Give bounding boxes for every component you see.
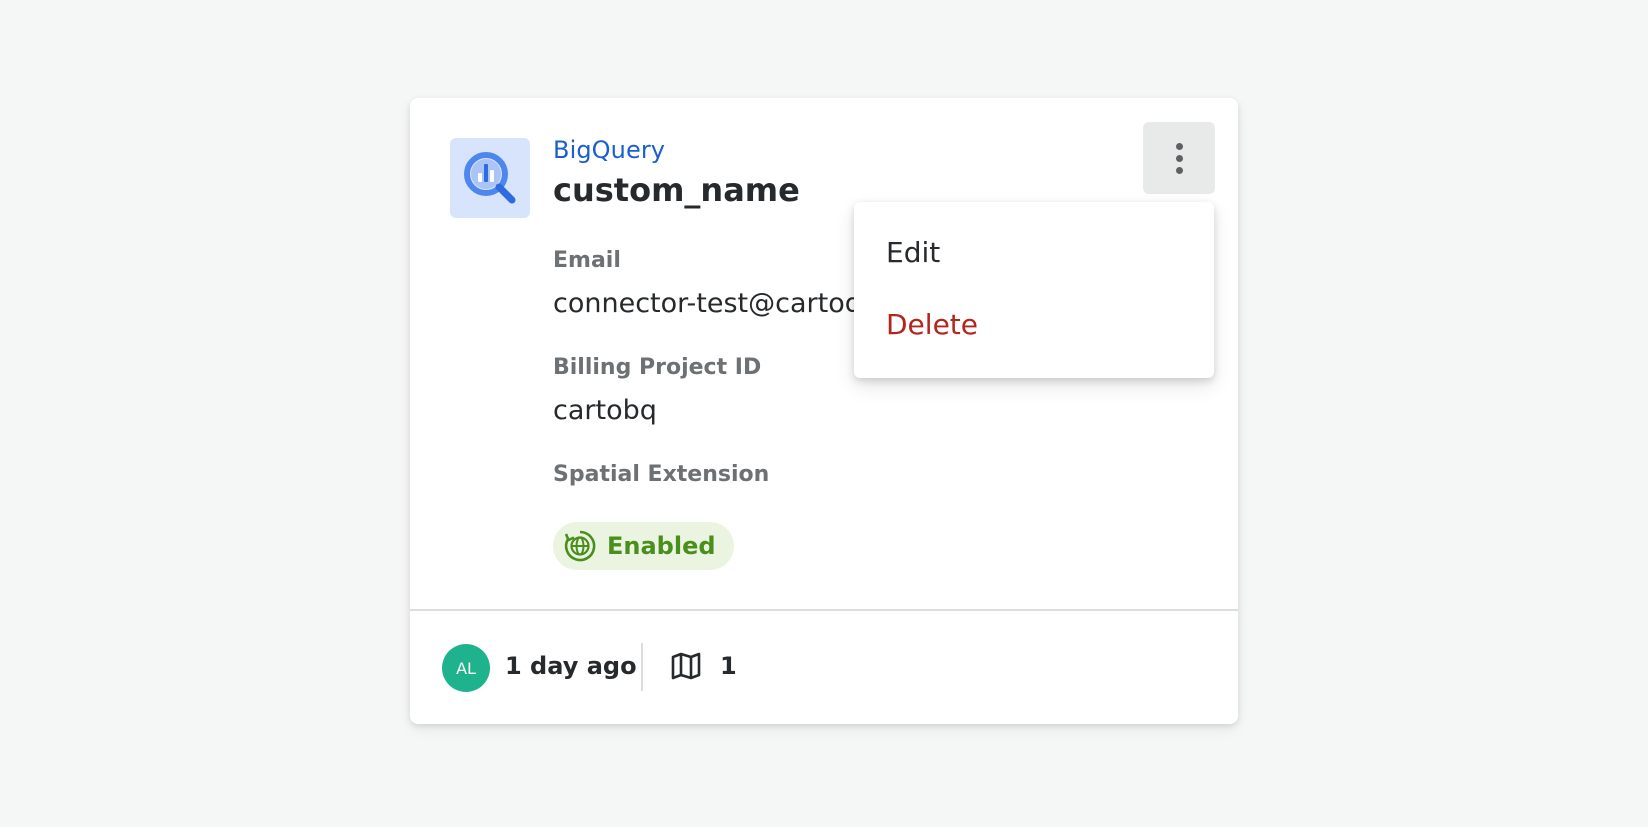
map-icon bbox=[671, 652, 701, 680]
footer-separator bbox=[641, 643, 643, 691]
provider-name[interactable]: BigQuery bbox=[553, 136, 665, 164]
spatial-extension-status: Enabled bbox=[607, 532, 716, 560]
page: BigQuery custom_name Email connector-tes… bbox=[0, 0, 1648, 827]
spatial-extension-badge: Enabled bbox=[553, 522, 734, 570]
map-count: 1 bbox=[720, 652, 737, 680]
globe-sync-icon bbox=[564, 530, 596, 562]
email-label: Email bbox=[553, 248, 621, 273]
last-modified: 1 day ago bbox=[505, 652, 637, 680]
avatar[interactable]: AL bbox=[442, 644, 490, 692]
billing-project-label: Billing Project ID bbox=[553, 355, 762, 380]
billing-project-value: cartobq bbox=[553, 395, 657, 426]
connection-card[interactable]: BigQuery custom_name Email connector-tes… bbox=[410, 98, 1238, 724]
options-menu: Edit Delete bbox=[854, 202, 1214, 378]
more-options-button[interactable] bbox=[1143, 122, 1215, 194]
connection-title: custom_name bbox=[553, 171, 800, 209]
bigquery-logo-icon bbox=[464, 152, 516, 204]
more-vertical-icon-dot bbox=[1175, 154, 1183, 162]
more-vertical-icon bbox=[1175, 142, 1183, 150]
email-value: connector-test@cartod bbox=[553, 288, 862, 319]
menu-item-edit[interactable]: Edit bbox=[854, 220, 1214, 284]
spatial-extension-label: Spatial Extension bbox=[553, 462, 770, 487]
menu-item-delete[interactable]: Delete bbox=[854, 292, 1214, 356]
more-vertical-icon-dot bbox=[1175, 166, 1183, 174]
card-divider bbox=[410, 609, 1238, 611]
provider-logo bbox=[450, 138, 530, 218]
